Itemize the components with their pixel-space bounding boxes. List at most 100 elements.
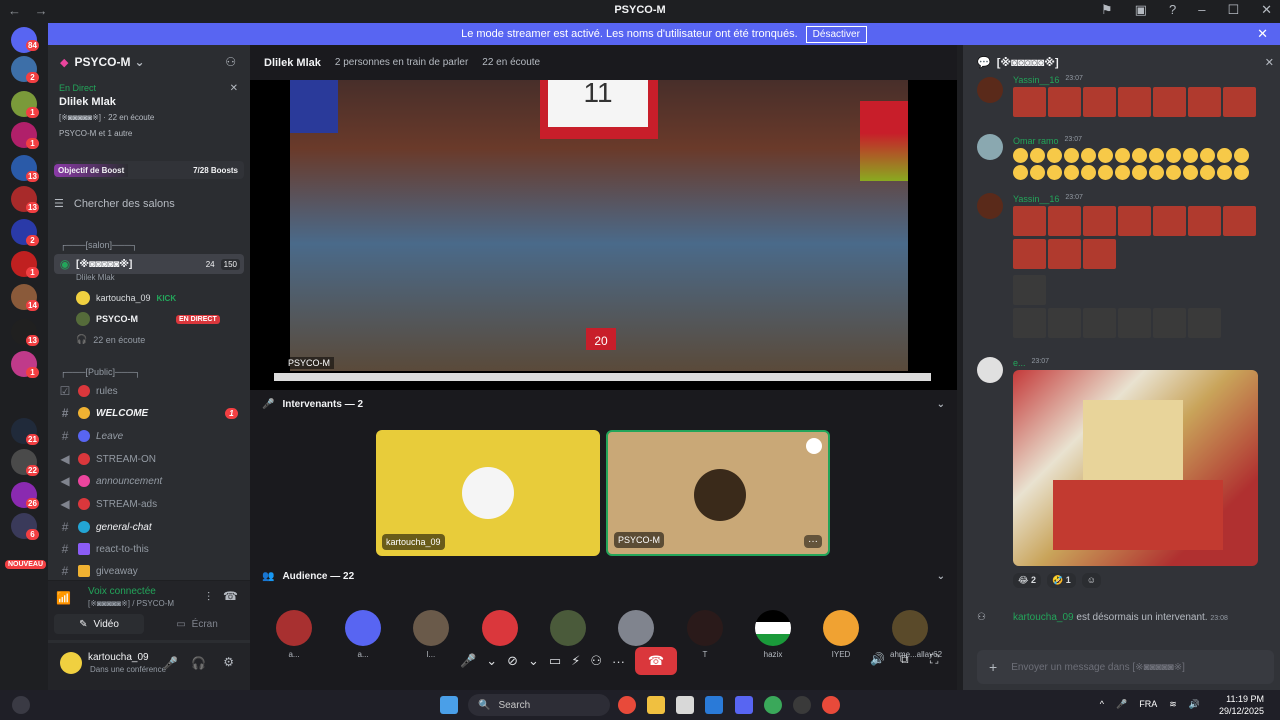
boost-goal[interactable]: Objectif de Boost 7/28 Boosts [54,161,244,179]
category-salon[interactable]: ┌───[salon]───┐ [60,240,138,250]
system-user[interactable]: kartoucha_09 [1013,612,1074,623]
emoji [1166,165,1181,180]
activities-icon[interactable]: ⚡ [571,653,580,669]
author-name: Yassin__16 [1013,194,1060,204]
speaker-tile[interactable]: kartoucha_09 [376,430,600,556]
emoji [1013,239,1046,269]
disable-streamer-button[interactable]: Désactiver [805,25,867,43]
reaction-laugh[interactable]: 😂 2 [1013,573,1042,588]
store-icon[interactable] [676,696,694,714]
language-indicator[interactable]: FRA [1139,699,1157,710]
more-options-icon[interactable]: ··· [804,535,822,548]
wifi-icon[interactable]: ≋ [1169,699,1177,710]
mic-icon[interactable]: 🎤 [163,656,178,670]
audience-member[interactable]: a... [274,610,314,659]
banner-close-icon[interactable]: ✕ [1257,26,1268,42]
live-card-close-icon[interactable]: ✕ [230,83,238,94]
close-window-button[interactable]: ✕ [1261,2,1272,18]
announcement-icon: ◀ [60,452,70,466]
leave-call-button[interactable]: ☎ [635,647,677,675]
invite-icon[interactable]: ⚇ [590,653,602,669]
message-author[interactable]: Omar ramo 23:07 [1013,136,1082,146]
channel-stream-on[interactable]: ◀ STREAM-ON [54,449,244,469]
taskbar-search[interactable]: 🔍 Search [468,694,610,716]
voice-location[interactable]: [※◙◙◙◙◙※] / PSYCO-M [40,599,174,608]
video-button[interactable]: ✎ Vidéo [54,614,144,634]
camera-off-icon[interactable]: ⊘ [507,653,518,669]
audience-member[interactable]: a... [343,610,383,659]
add-member-icon[interactable]: ⚇ [225,55,236,69]
add-reaction-icon[interactable]: ☺ [1081,573,1101,588]
popout-icon[interactable]: ⧉ [900,652,909,667]
listening-row[interactable]: 🎧 22 en écoute [76,334,145,345]
mail-icon[interactable] [705,696,723,714]
mic-icon[interactable]: 🎤 [460,653,476,669]
volume-icon[interactable]: 🔊 [870,652,885,666]
headset-icon[interactable]: 🎧 [191,656,206,670]
channel-giveaway[interactable]: # giveaway [54,561,244,581]
chrome-icon[interactable] [822,696,840,714]
voice-user[interactable]: PSYCO-M EN DIRECT [76,312,220,326]
voice-status[interactable]: Voix connectée [40,586,156,597]
browser-icon[interactable] [764,696,782,714]
app-icon[interactable] [793,696,811,714]
maximize-button[interactable]: ☐ [1227,2,1239,18]
channel-react-to-this[interactable]: # react-to-this [54,539,244,559]
message-author[interactable]: Yassin__16 23:07 [1013,75,1083,85]
help-icon[interactable]: ? [1169,2,1176,18]
widgets-icon[interactable] [12,696,30,714]
more-icon[interactable]: ··· [612,654,625,669]
audience-member[interactable] [616,610,656,650]
channel-announcement[interactable]: ◀ announcement [54,471,244,491]
tray-chevron-icon[interactable]: ^ [1100,699,1104,710]
audience-member[interactable] [548,610,588,650]
screen-share-icon[interactable]: ▭ [549,653,561,669]
close-icon[interactable]: ✕ [1265,56,1274,69]
channel-welcome[interactable]: # WELCOME 1 [54,403,244,423]
gif-attachment[interactable] [1013,370,1258,566]
channel-general-chat[interactable]: # general-chat [54,517,244,537]
inbox-icon[interactable]: ⚑ [1101,2,1113,18]
category-public[interactable]: ┌───[Public]───┐ [60,367,141,377]
channel-rules[interactable]: ☑ rules [54,381,244,401]
stream-video[interactable]: 11 20 PSYCO-M [274,53,931,381]
server-header[interactable]: ◆ PSYCO-M ⌄ ⚇ [48,45,250,79]
audience-member[interactable] [480,610,520,650]
avatar[interactable] [977,357,1003,383]
message-composer[interactable]: + Envoyer un message dans [※◙◙◙◙◙※] [977,650,1274,684]
message-author[interactable]: Yassin__16 23:07 [1013,194,1083,204]
file-explorer-icon[interactable] [647,696,665,714]
voice-user[interactable]: kartoucha_09 KICK [76,291,176,305]
speakers-heading[interactable]: 🎤 Intervenants — 2 ⌄ [262,399,945,410]
camera-options-icon[interactable]: ⌄ [528,653,539,669]
noise-icon[interactable]: ⫶ [207,590,210,605]
audience-member[interactable]: l... [411,610,451,659]
chrome-icon[interactable] [618,696,636,714]
audience-heading[interactable]: 👥 Audience — 22 ⌄ [262,571,945,582]
mic-options-icon[interactable]: ⌄ [486,653,497,669]
message-author[interactable]: e... 23:07 [1013,358,1049,368]
gear-icon[interactable]: ⚙ [223,655,234,669]
discord-icon[interactable] [735,696,753,714]
avatar[interactable] [977,77,1003,103]
browse-channels[interactable]: ☰ Chercher des salons [54,197,175,211]
add-attachment-icon[interactable]: + [989,659,997,675]
reaction-rofl[interactable]: 🤣 1 [1047,573,1076,588]
avatar[interactable] [977,134,1003,160]
avatar [276,610,312,646]
start-icon[interactable] [440,696,458,714]
minimize-button[interactable]: – [1198,2,1205,18]
voice-channel[interactable]: ◉ [※◙◙◙◙◙※] 24 150 [54,254,244,274]
screen-share-button[interactable]: ▭ Écran [152,614,242,634]
avatar[interactable] [977,193,1003,219]
fullscreen-icon[interactable]: ⛶ [930,652,938,667]
channel-stream-ads[interactable]: ◀ STREAM-ads [54,494,244,514]
channel-leave[interactable]: # Leave [54,426,244,446]
tray-mic-icon[interactable]: 🎤 [1116,699,1127,710]
disconnect-icon[interactable]: ☎ [223,589,238,603]
volume-icon[interactable]: 🔊 [1189,699,1200,710]
popout-icon[interactable]: ▣ [1135,2,1147,18]
speaker-tile[interactable]: PSYCO-M ··· [606,430,830,556]
clock[interactable]: 11:19 PM 29/12/2025 [1219,693,1264,717]
channel-emoji [78,475,90,487]
